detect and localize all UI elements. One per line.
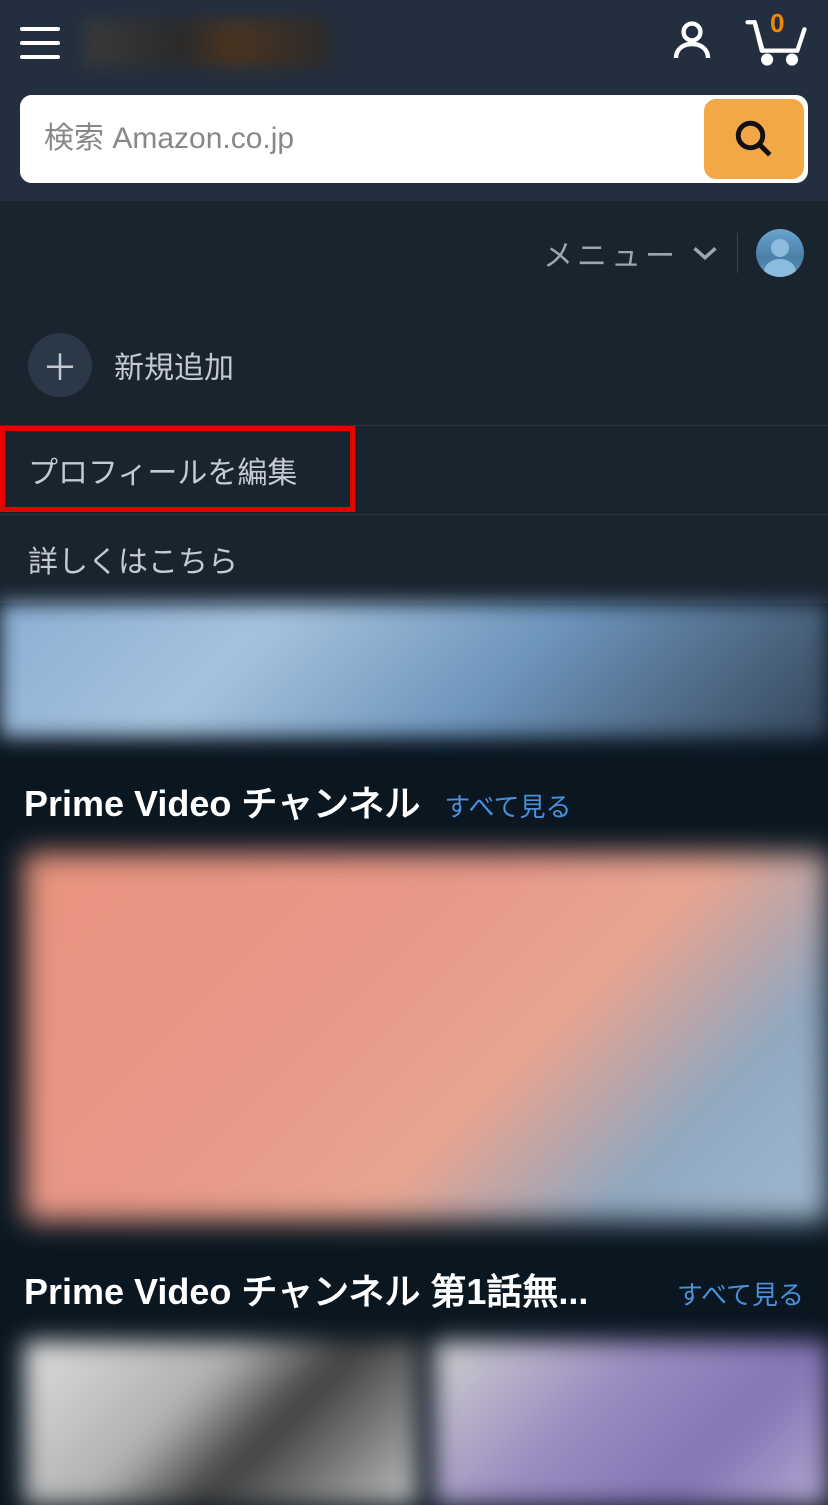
hamburger-menu-icon[interactable] (20, 27, 60, 59)
search-input[interactable] (20, 95, 700, 183)
card-row (24, 1341, 828, 1505)
subnav-menu-dropdown[interactable]: メニュー (543, 231, 719, 275)
learn-more-item[interactable]: 詳しくはこちら (0, 514, 828, 603)
user-icon[interactable] (668, 16, 716, 69)
section-header: Prime Video チャンネル すべて見る (24, 775, 828, 827)
divider (737, 233, 738, 273)
plus-icon: ＋ (28, 333, 92, 397)
profile-dropdown-panel: ＋ 新規追加 プロフィールを編集 詳しくはこちら (0, 305, 828, 603)
section-header: Prime Video チャンネル 第1話無... すべて見る (24, 1263, 828, 1315)
search-bar (20, 95, 808, 183)
header-top-row: 0 (20, 14, 808, 71)
content-card[interactable] (24, 1341, 418, 1505)
subnav-menu-label: メニュー (543, 231, 679, 275)
header-right: 0 (668, 14, 808, 71)
cart-button[interactable]: 0 (744, 14, 808, 71)
section-prime-video-channel: Prime Video チャンネル すべて見る (0, 737, 828, 1221)
chevron-down-icon (691, 244, 719, 262)
content-card[interactable] (434, 1341, 828, 1505)
site-logo[interactable] (84, 19, 332, 67)
section-title: Prime Video チャンネル (24, 775, 420, 827)
add-profile-item[interactable]: ＋ 新規追加 (0, 305, 828, 425)
search-icon (733, 118, 775, 160)
edit-profile-label: プロフィールを編集 (28, 448, 297, 492)
see-all-link[interactable]: すべて見る (444, 787, 571, 824)
cart-count-badge: 0 (770, 8, 784, 39)
search-button[interactable] (704, 99, 804, 179)
add-profile-label: 新規追加 (114, 343, 234, 387)
profile-avatar[interactable] (756, 229, 804, 277)
channel-card[interactable] (24, 853, 828, 1221)
section-title: Prime Video チャンネル 第1話無... (24, 1263, 588, 1315)
edit-profile-item[interactable]: プロフィールを編集 (0, 425, 828, 514)
see-all-link[interactable]: すべて見る (677, 1275, 804, 1312)
section-prime-video-free-ep: Prime Video チャンネル 第1話無... すべて見る (0, 1221, 828, 1505)
header-left (20, 19, 332, 67)
hero-banner[interactable] (0, 603, 828, 737)
main-header: 0 (0, 0, 828, 201)
learn-more-label: 詳しくはこちら (28, 537, 238, 581)
sub-navigation: メニュー (0, 201, 828, 305)
